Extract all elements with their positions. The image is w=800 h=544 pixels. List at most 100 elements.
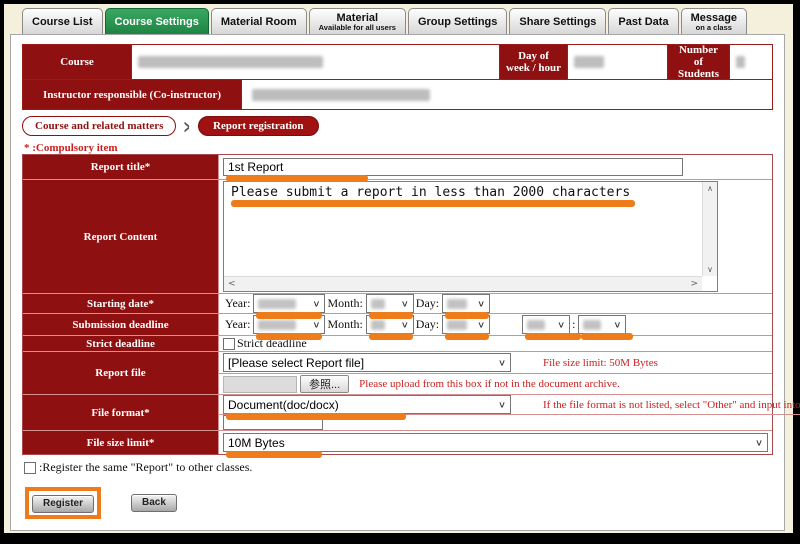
tab-course-settings[interactable]: Course Settings: [105, 8, 209, 34]
tab-message[interactable]: Messageon a class: [681, 8, 747, 34]
start-year-select[interactable]: ∨: [253, 294, 325, 313]
submission-deadline-label: Submission deadline: [23, 314, 219, 335]
highlight-report-content: [231, 200, 635, 207]
redacted-day: [447, 299, 467, 309]
register-other-label: :Register the same "Report" to other cla…: [39, 460, 252, 475]
chevron-down-icon: ∨: [312, 319, 320, 329]
highlight-deadline-month: [369, 333, 413, 340]
time-separator: :: [572, 317, 575, 332]
register-button[interactable]: Register: [32, 495, 94, 513]
report-file-label: Report file: [23, 352, 219, 394]
form-row-report-file: Report file [Please select Report file]∨…: [23, 351, 772, 394]
tab-course-list[interactable]: Course List: [22, 8, 103, 34]
chevron-down-icon: ∨: [401, 298, 409, 308]
course-value: [131, 45, 499, 79]
register-other-checkbox[interactable]: [24, 462, 36, 474]
upload-note: Please upload from this box if not in th…: [359, 378, 620, 390]
chevron-down-icon: ∨: [477, 298, 485, 308]
form-row-file-size-limit: File size limit* 10M Bytes∨: [23, 430, 772, 454]
redacted-day-value: [574, 56, 604, 68]
redacted-day: [447, 320, 467, 330]
report-content-label: Report Content: [23, 180, 219, 293]
highlight-deadline-year: [256, 333, 322, 340]
form-row-file-format: File format* Document(doc/docx)∨ If the …: [23, 394, 772, 430]
highlight-deadline-day: [445, 333, 489, 340]
day-of-week-value: [567, 45, 667, 79]
report-title-label: Report title*: [23, 155, 219, 179]
start-month-select[interactable]: ∨: [366, 294, 414, 313]
highlight-start-day: [445, 312, 489, 319]
redacted-students-value: [736, 56, 745, 68]
highlight-start-month: [369, 312, 413, 319]
deadline-day-label: Day:: [416, 317, 439, 332]
tab-material[interactable]: MaterialAvailable for all users: [309, 8, 406, 34]
redacted-year: [258, 299, 296, 309]
scroll-left-icon[interactable]: <: [228, 279, 236, 289]
vertical-scrollbar[interactable]: ∧ ∨: [702, 182, 717, 276]
chevron-down-icon: ∨: [312, 298, 320, 308]
deadline-minute-select[interactable]: ∨: [578, 315, 626, 334]
form-row-report-title: Report title*: [23, 155, 772, 179]
redacted-month: [371, 320, 385, 330]
browse-button[interactable]: 参照...: [300, 375, 349, 393]
redacted-year: [258, 320, 296, 330]
scroll-right-icon[interactable]: >: [690, 279, 698, 289]
redacted-instructor-name: [252, 89, 430, 101]
scroll-down-icon[interactable]: ∨: [707, 265, 713, 274]
deadline-year-label: Year:: [225, 317, 250, 332]
highlight-file-format: [226, 413, 406, 420]
deadline-hour-select[interactable]: ∨: [522, 315, 570, 334]
chevron-down-icon: ∨: [477, 319, 485, 329]
number-of-students-label: Number of Students: [667, 45, 729, 79]
horizontal-scrollbar[interactable]: < >: [224, 276, 702, 291]
report-file-select[interactable]: [Please select Report file]∨: [223, 353, 511, 372]
chevron-down-icon: ∨: [755, 437, 763, 447]
tab-share-settings[interactable]: Share Settings: [509, 8, 606, 34]
course-and-related-matters-button[interactable]: Course and related matters: [22, 116, 176, 136]
highlight-file-size-limit: [226, 451, 322, 458]
report-content-text: Please submit a report in less than 2000…: [231, 185, 630, 200]
form-row-report-content: Report Content Please submit a report in…: [23, 179, 772, 293]
redacted-hour: [527, 320, 545, 330]
tab-material-room[interactable]: Material Room: [211, 8, 307, 34]
compulsory-note: * :Compulsory item: [24, 142, 118, 154]
scroll-up-icon[interactable]: ∧: [707, 184, 713, 193]
chevron-down-icon: ∨: [613, 319, 621, 329]
breadcrumb: Course and related matters > Report regi…: [22, 115, 319, 137]
redacted-month: [371, 299, 385, 309]
action-buttons: Register Back: [25, 487, 177, 519]
course-label: Course: [23, 45, 131, 79]
redacted-minute: [583, 320, 601, 330]
highlight-report-title: [226, 175, 368, 182]
chevron-down-icon: ∨: [557, 319, 565, 329]
course-info-table: Course Day of week / hour Number of Stud…: [22, 44, 773, 110]
start-month-label: Month:: [327, 296, 362, 311]
start-day-select[interactable]: ∨: [442, 294, 490, 313]
file-size-limit-label: File size limit*: [23, 431, 219, 454]
highlight-start-year: [256, 312, 322, 319]
main-panel: Course Day of week / hour Number of Stud…: [10, 34, 785, 531]
file-upload-field[interactable]: [223, 376, 297, 393]
file-size-limit-note: File size limit: 50M Bytes: [543, 357, 658, 369]
tab-past-data[interactable]: Past Data: [608, 8, 678, 34]
strict-deadline-checkbox[interactable]: [223, 338, 235, 350]
course-info-row-2: Instructor responsible (Co-instructor): [23, 79, 772, 109]
chevron-down-icon: ∨: [498, 399, 506, 409]
report-title-input[interactable]: [223, 158, 683, 176]
start-day-label: Day:: [416, 296, 439, 311]
tab-group-settings[interactable]: Group Settings: [408, 8, 507, 34]
instructor-label: Instructor responsible (Co-instructor): [23, 80, 241, 109]
starting-date-label: Starting date*: [23, 294, 219, 313]
highlight-register-button: Register: [25, 487, 101, 519]
course-info-row-1: Course Day of week / hour Number of Stud…: [23, 45, 772, 79]
back-button[interactable]: Back: [131, 494, 177, 512]
instructor-value: [241, 80, 772, 109]
file-format-label: File format*: [23, 395, 219, 430]
report-registration-button[interactable]: Report registration: [198, 116, 319, 136]
report-content-textarea[interactable]: Please submit a report in less than 2000…: [223, 181, 718, 292]
file-format-note: If the file format is not listed, select…: [543, 399, 800, 411]
file-size-limit-select[interactable]: 10M Bytes∨: [223, 433, 768, 452]
page: Course List Course Settings Material Roo…: [4, 4, 793, 533]
file-format-select[interactable]: Document(doc/docx)∨: [223, 395, 511, 414]
chevron-down-icon: ∨: [498, 357, 506, 367]
